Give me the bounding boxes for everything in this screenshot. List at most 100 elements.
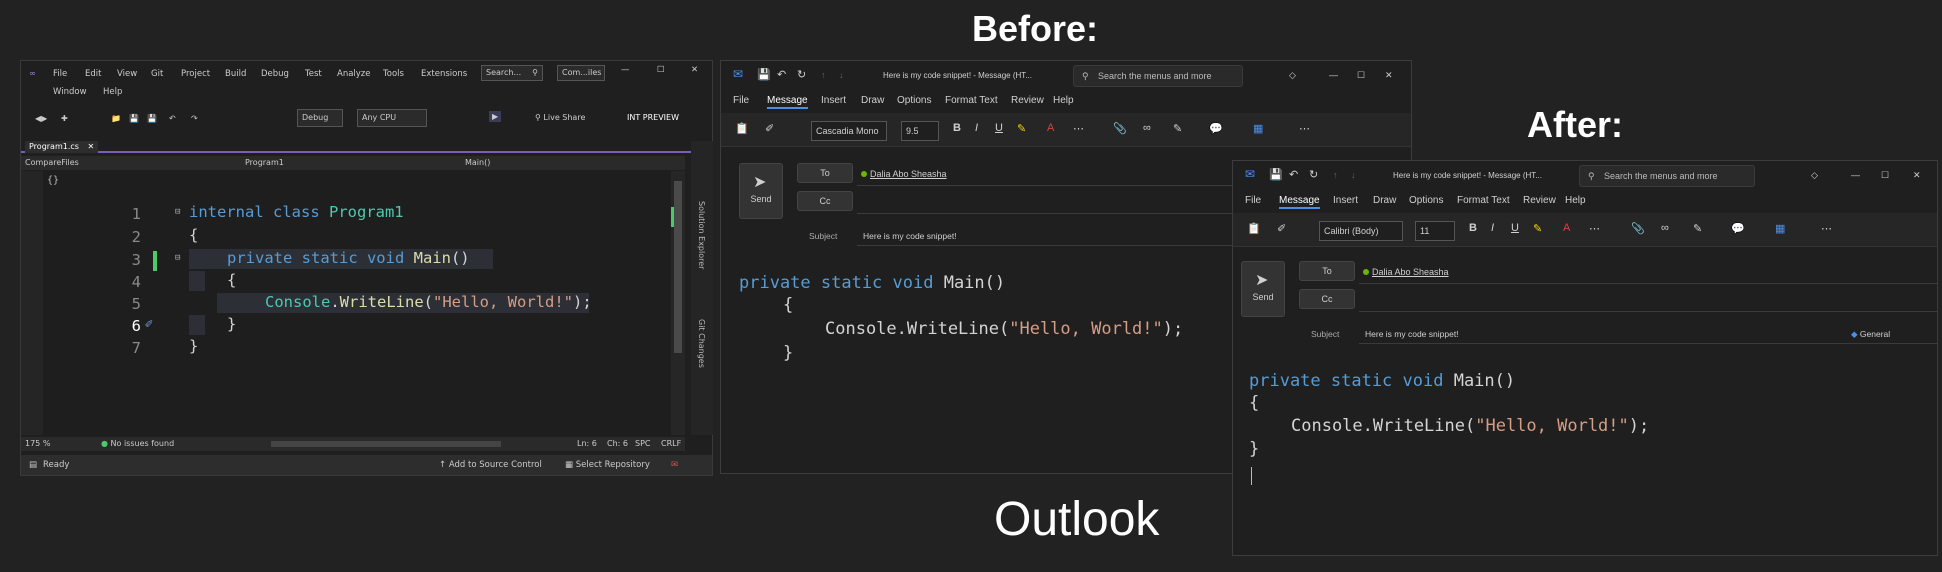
vs-menu-help[interactable]: Help [103, 87, 122, 97]
more-icon[interactable]: ⋯ [1589, 222, 1600, 235]
to-button[interactable]: To [1299, 261, 1355, 281]
vs-menu-edit[interactable]: Edit [85, 69, 101, 79]
save-all-icon[interactable]: 💾 [147, 111, 157, 127]
tab-review[interactable]: Review [1011, 95, 1044, 106]
vs-code-editor[interactable]: {} 1 2 3 4 5 6 ✐ 7 ⊟ ⊟ internal class Pr… [21, 171, 685, 435]
vs-menu-view[interactable]: View [117, 69, 137, 79]
scrollbar-thumb[interactable] [674, 181, 682, 353]
font-color-icon[interactable]: A [1047, 122, 1054, 134]
down-arrow-icon[interactable]: ↓ [839, 70, 844, 80]
font-family-select[interactable]: Calibri (Body) [1319, 221, 1403, 241]
more-icon[interactable]: ⋯ [1073, 122, 1084, 135]
underline-icon[interactable]: U [995, 122, 1003, 134]
bold-icon[interactable]: B [1469, 222, 1477, 234]
close-icon[interactable]: ✕ [1385, 70, 1393, 81]
tab-format-text[interactable]: Format Text [945, 95, 998, 106]
up-arrow-icon[interactable]: ↑ [821, 70, 826, 80]
outlook-after-body[interactable]: private static void Main() { Console.Wri… [1233, 359, 1937, 555]
maximize-icon[interactable]: ☐ [657, 65, 665, 75]
cc-button[interactable]: Cc [797, 191, 853, 211]
save-icon[interactable]: 💾 [129, 111, 139, 127]
minimize-icon[interactable]: — [621, 65, 630, 75]
font-size-select[interactable]: 11 [1415, 221, 1455, 241]
signature-icon[interactable]: ✎ [1173, 122, 1182, 135]
premium-diamond-icon[interactable]: ◇ [1289, 70, 1296, 81]
format-painter-icon[interactable]: ✐ [1277, 222, 1286, 235]
subject-field[interactable]: Here is my code snippet! [1365, 329, 1459, 339]
more-icon[interactable]: ⋯ [1299, 122, 1310, 135]
link-icon[interactable]: ∞ [1661, 222, 1669, 234]
tab-options[interactable]: Options [1409, 195, 1443, 206]
vs-menu-project[interactable]: Project [181, 69, 210, 79]
whitespace-indicator[interactable]: SPC [635, 437, 651, 451]
vs-menu-debug[interactable]: Debug [261, 69, 289, 79]
live-share-button[interactable]: ⚲ Live Share [535, 113, 585, 122]
add-to-source-control-button[interactable]: ↑ Add to Source Control [439, 455, 542, 475]
paste-icon[interactable]: 📋 [735, 122, 749, 135]
highlight-icon[interactable]: ✎ [1017, 122, 1026, 135]
tab-insert[interactable]: Insert [821, 95, 846, 106]
send-button[interactable]: ➤ Send [739, 163, 783, 219]
italic-icon[interactable]: I [975, 122, 978, 134]
recipient-chip[interactable]: Dalia Abo Sheasha [1363, 267, 1449, 277]
vs-menu-file[interactable]: File [53, 69, 67, 79]
tab-review[interactable]: Review [1523, 195, 1556, 206]
maximize-icon[interactable]: ☐ [1881, 170, 1889, 181]
close-icon[interactable]: ✕ [88, 142, 95, 151]
nav-member-dropdown[interactable]: Main() [465, 156, 490, 170]
tab-options[interactable]: Options [897, 95, 931, 106]
tab-file[interactable]: File [1245, 195, 1261, 206]
font-size-select[interactable]: 9.5 [901, 121, 939, 141]
vertical-scrollbar[interactable] [671, 171, 685, 435]
vs-menu-tools[interactable]: Tools [383, 69, 404, 79]
run-icon[interactable]: ▶ [489, 111, 502, 122]
apps-icon[interactable]: ▦ [1775, 222, 1785, 235]
tab-format-text[interactable]: Format Text [1457, 195, 1510, 206]
horizontal-scrollbar[interactable] [271, 441, 501, 447]
cc-button[interactable]: Cc [1299, 289, 1355, 309]
signature-icon[interactable]: ✎ [1693, 222, 1702, 235]
close-icon[interactable]: ✕ [691, 65, 698, 75]
open-folder-icon[interactable]: 📁 [111, 111, 121, 127]
sensitivity-label[interactable]: ◆ General [1851, 329, 1890, 340]
line-ending-indicator[interactable]: CRLF [661, 437, 681, 451]
solution-explorer-tab[interactable]: Solution Explorer [697, 201, 706, 269]
vs-solution-name[interactable]: Com...iles [557, 65, 605, 81]
close-icon[interactable]: ✕ [1913, 170, 1921, 181]
redo-icon[interactable]: ↻ [797, 68, 806, 81]
vs-menu-window[interactable]: Window [53, 87, 87, 97]
tab-message[interactable]: Message [1279, 195, 1320, 209]
notifications-icon[interactable]: ✉ [671, 455, 678, 475]
redo-icon[interactable]: ↻ [1309, 168, 1318, 181]
zoom-level[interactable]: 175 % [25, 437, 50, 451]
comment-icon[interactable]: 💬 [1731, 222, 1745, 235]
tab-program1-cs[interactable]: Program1.cs ✕ [25, 141, 99, 153]
redo-icon[interactable]: ↷ [191, 111, 198, 127]
vs-search-box[interactable]: Search... ⚲ [481, 65, 543, 81]
tab-insert[interactable]: Insert [1333, 195, 1358, 206]
up-arrow-icon[interactable]: ↑ [1333, 170, 1338, 180]
vs-menu-test[interactable]: Test [305, 69, 322, 79]
attach-icon[interactable]: 📎 [1113, 122, 1127, 135]
nav-class-dropdown[interactable]: Program1 [245, 156, 284, 170]
collapse-icon[interactable]: ⊟ [175, 207, 180, 217]
highlight-icon[interactable]: ✎ [1533, 222, 1542, 235]
tab-message[interactable]: Message [767, 95, 808, 109]
apps-icon[interactable]: ▦ [1253, 122, 1263, 135]
tab-file[interactable]: File [733, 95, 749, 106]
back-forward-icon[interactable]: ◀▶ [35, 111, 47, 127]
nav-project-dropdown[interactable]: CompareFiles [25, 156, 79, 170]
vs-platform-dropdown[interactable]: Any CPU [357, 109, 427, 127]
save-icon[interactable]: 💾 [1269, 168, 1283, 181]
tab-help[interactable]: Help [1565, 195, 1586, 206]
send-button[interactable]: ➤ Send [1241, 261, 1285, 317]
premium-diamond-icon[interactable]: ◇ [1811, 170, 1818, 181]
git-changes-tab[interactable]: Git Changes [697, 319, 706, 368]
maximize-icon[interactable]: ☐ [1357, 70, 1365, 81]
format-painter-icon[interactable]: ✐ [765, 122, 774, 135]
more-icon[interactable]: ⋯ [1821, 222, 1832, 235]
tab-help[interactable]: Help [1053, 95, 1074, 106]
recipient-chip[interactable]: Dalia Abo Sheasha [861, 169, 947, 179]
italic-icon[interactable]: I [1491, 222, 1494, 234]
undo-icon[interactable]: ↶ [777, 68, 786, 81]
